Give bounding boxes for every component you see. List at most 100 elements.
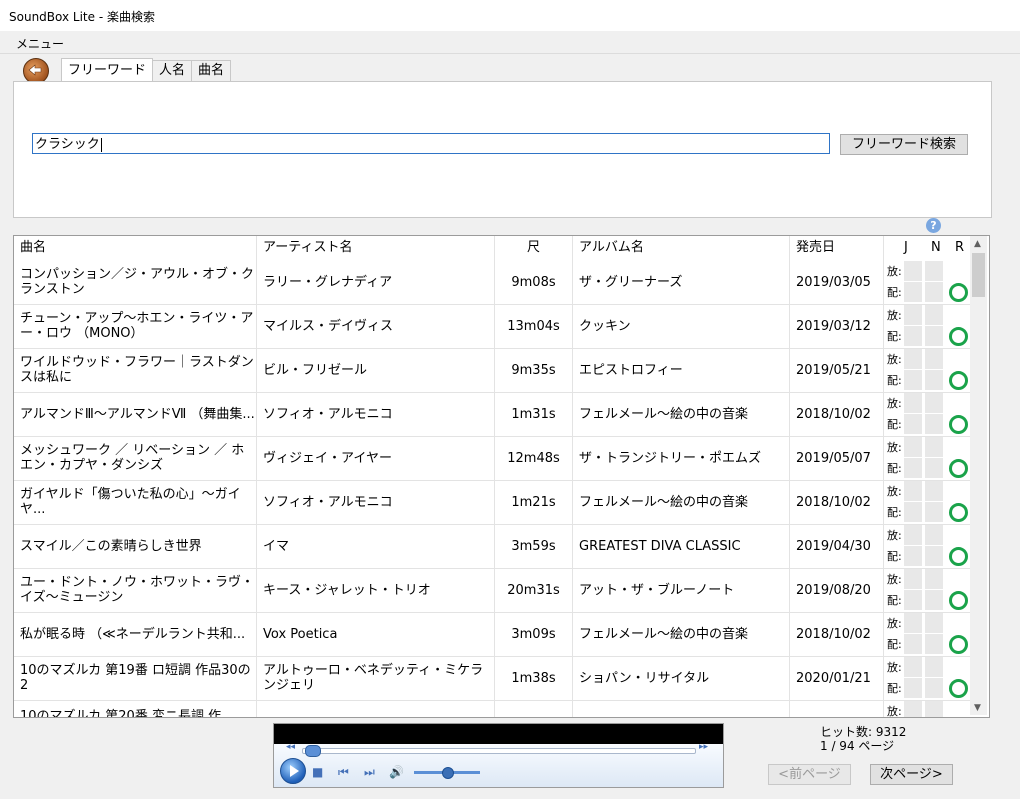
- distribution-label: 配:: [887, 550, 902, 563]
- artist-text: ヴィジェイ・アイヤー: [263, 450, 392, 466]
- title-text: コンパッション／ジ・アウル・オブ・クランストン: [20, 267, 255, 297]
- title-bar: SoundBox Lite - 楽曲検索: [0, 0, 1020, 31]
- cell-date: 2019/05/07: [790, 436, 884, 480]
- column-header-title[interactable]: 曲名: [14, 236, 257, 260]
- volume-icon[interactable]: 🔊: [389, 765, 404, 779]
- cell-title: メッシュワーク ／ リベーション ／ ホエン・カプヤ・ダンシズ: [14, 436, 257, 480]
- n-flag: [925, 414, 943, 434]
- fast-forward-icon[interactable]: ▸▸: [699, 742, 708, 752]
- cell-title: 10のマズルカ 第19番 ロ短調 作品30の2: [14, 656, 257, 700]
- jnr-cell: 放: 配:: [884, 436, 970, 480]
- tab-song[interactable]: 曲名: [191, 60, 232, 81]
- table-row[interactable]: 私が眠る時 （≪ネーデルラント共和... Vox Poetica 3m09s フェルメ…: [14, 612, 970, 657]
- volume-knob[interactable]: [442, 767, 454, 779]
- search-input[interactable]: クラシック: [32, 133, 830, 154]
- album-text: GREATEST DIVA CLASSIC: [579, 538, 741, 554]
- cell-date: 2018/10/02: [790, 392, 884, 436]
- freeword-search-button[interactable]: フリーワード検索: [840, 134, 968, 155]
- column-header-r[interactable]: R: [955, 236, 964, 260]
- table-row[interactable]: ユー・ドント・ノウ・ホワット・ラヴ・イズ〜ミュージン キース・ジャレット・トリオ 2…: [14, 568, 970, 613]
- date-text: 2018/10/02: [796, 626, 871, 642]
- table-row[interactable]: アルマンドⅢ〜アルマンドⅦ （舞曲集... ソフィオ・アルモニコ 1m31s フェルメ…: [14, 392, 970, 437]
- broadcast-label: 放:: [887, 353, 902, 366]
- distribution-label: 配:: [887, 286, 902, 299]
- j-flag: [904, 326, 922, 346]
- n-flag: [925, 678, 943, 698]
- n-flag: [925, 657, 943, 677]
- previous-icon[interactable]: ⏮: [338, 765, 349, 780]
- rewind-icon[interactable]: ◂◂: [286, 742, 295, 752]
- artist-text: ソフィオ・アルモニコ: [263, 406, 393, 422]
- scroll-up-icon[interactable]: ▲: [974, 239, 981, 249]
- jnr-cell: 放: 配:: [884, 568, 970, 612]
- menu-item[interactable]: メニュー: [16, 35, 64, 52]
- table-row[interactable]: メッシュワーク ／ リベーション ／ ホエン・カプヤ・ダンシズ ヴィジェイ・アイヤ…: [14, 436, 970, 481]
- cell-album: GREATEST DIVA CLASSIC: [573, 524, 790, 568]
- volume-slider[interactable]: [414, 767, 480, 779]
- j-flag: [904, 634, 922, 654]
- column-header-date[interactable]: 発売日: [790, 236, 884, 260]
- table-header: 曲名 アーティスト名 尺 アルバム名 発売日 J N R: [14, 236, 970, 260]
- title-text: ワイルドウッド・フラワー｜ラストダンスは私に: [20, 355, 254, 385]
- tab-person[interactable]: 人名: [152, 60, 193, 81]
- column-header-length[interactable]: 尺: [495, 236, 573, 260]
- cell-artist: ラリー・グレナディア: [257, 260, 495, 304]
- n-flag: [925, 261, 943, 281]
- distribution-label: 配:: [887, 330, 902, 343]
- vertical-scrollbar[interactable]: ▲ ▼: [970, 236, 987, 715]
- column-header-n[interactable]: N: [931, 236, 941, 260]
- cell-title: コンパッション／ジ・アウル・オブ・クランストン: [14, 260, 257, 304]
- column-header-j[interactable]: J: [904, 236, 908, 260]
- column-header-artist[interactable]: アーティスト名: [257, 236, 495, 260]
- scroll-thumb[interactable]: [972, 253, 985, 297]
- j-flag: [904, 393, 922, 413]
- cell-artist: Vox Poetica: [257, 612, 495, 656]
- cell-empty: [790, 700, 884, 717]
- cell-length: 20m31s: [495, 568, 573, 612]
- cell-date: 2018/10/02: [790, 612, 884, 656]
- broadcast-label: 放:: [887, 397, 902, 410]
- cell-date: 2019/03/12: [790, 304, 884, 348]
- stop-icon[interactable]: ■: [312, 765, 323, 779]
- title-text: ガイヤルド「傷ついた私の心」〜ガイヤ...: [20, 487, 241, 517]
- n-flag: [925, 525, 943, 545]
- next-icon[interactable]: ⏭: [364, 765, 375, 780]
- previous-page-button[interactable]: <前ページ: [768, 764, 851, 785]
- jnr-cell: 放: 配:: [884, 656, 970, 700]
- length-text: 13m04s: [507, 318, 560, 334]
- n-flag: [925, 370, 943, 390]
- table-row[interactable]: ガイヤルド「傷ついた私の心」〜ガイヤ... ソフィオ・アルモニコ 1m21s フェルメ…: [14, 480, 970, 525]
- table-row[interactable]: 10のマズルカ 第19番 ロ短調 作品30の2 アルトゥーロ・ベネデッティ・ミケラ…: [14, 656, 970, 701]
- j-flag: [904, 502, 922, 522]
- cell-empty: [495, 700, 573, 717]
- help-icon[interactable]: ?: [926, 218, 941, 233]
- scroll-down-icon[interactable]: ▼: [974, 703, 981, 713]
- next-page-button[interactable]: 次ページ>: [870, 764, 953, 785]
- cell-artist: キース・ジャレット・トリオ: [257, 568, 495, 612]
- j-flag: [904, 701, 922, 717]
- table-row[interactable]: スマイル／この素晴らしき世界 イマ 3m59s GREATEST DIVA CLASS…: [14, 524, 970, 569]
- artist-text: Vox Poetica: [263, 626, 338, 642]
- table-row[interactable]: コンパッション／ジ・アウル・オブ・クランストン ラリー・グレナディア 9m08s ザ・…: [14, 260, 970, 305]
- n-flag: [925, 481, 943, 501]
- rights-available-icon: [949, 591, 968, 610]
- tab-freeword[interactable]: フリーワード: [61, 58, 154, 81]
- rights-available-icon: [949, 503, 968, 522]
- album-text: アット・ザ・ブルーノート: [579, 582, 735, 598]
- table-row[interactable]: チューン・アップ〜ホエン・ライツ・アー・ロウ （MONO） マイルス・デイヴィス 1…: [14, 304, 970, 349]
- j-flag: [904, 437, 922, 457]
- length-text: 20m31s: [507, 582, 560, 598]
- date-text: 2020/01/21: [796, 670, 871, 686]
- cell-date: 2019/08/20: [790, 568, 884, 612]
- column-header-album[interactable]: アルバム名: [573, 236, 790, 260]
- cell-artist: ビル・フリゼール: [257, 348, 495, 392]
- table-row[interactable]: ワイルドウッド・フラワー｜ラストダンスは私に ビル・フリゼール 9m35s エピストロ…: [14, 348, 970, 393]
- broadcast-label: 放:: [887, 485, 902, 498]
- cell-album: エピストロフィー: [573, 348, 790, 392]
- cell-length: 9m35s: [495, 348, 573, 392]
- play-button[interactable]: [280, 758, 306, 784]
- n-flag: [925, 393, 943, 413]
- seek-knob[interactable]: [305, 745, 321, 757]
- table-row-partial[interactable]: 10のマズルカ 第20番 変ニ長調 作 放:配:: [14, 700, 970, 717]
- seek-bar[interactable]: [302, 745, 696, 757]
